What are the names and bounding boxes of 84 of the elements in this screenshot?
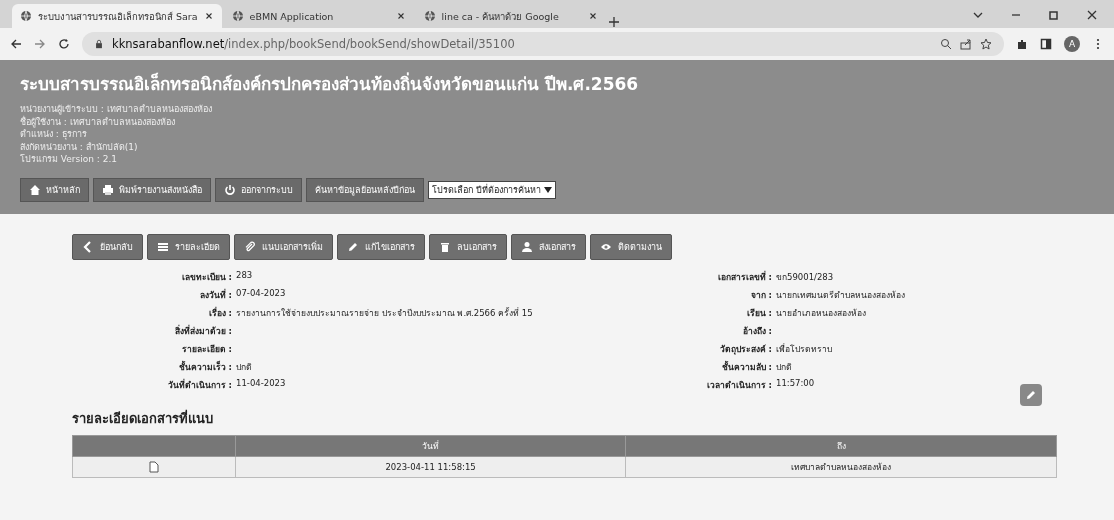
section-heading: รายละเอียดเอกสารที่แนบ xyxy=(72,408,214,428)
close-icon xyxy=(587,11,598,21)
table-cell: 2023-04-11 11:58:15 xyxy=(235,456,626,477)
action-button[interactable]: แนบเอกสารเพิ่ม xyxy=(234,233,333,260)
list-icon xyxy=(157,240,169,253)
nav-button[interactable]: ออกจากระบบ xyxy=(215,177,302,202)
field-value: รายงานการใช้จ่ายงบประมาณรายจ่าย ประจำปีงบประมาณ พ.ศ.2566 ครั้งที่ 15 xyxy=(236,306,534,320)
user-info-line: ชื่อผู้ใช้งาน : เทศบาลตำบลหนองสองห้อง xyxy=(20,115,176,128)
pencil-icon xyxy=(347,240,359,253)
close-icon xyxy=(1086,9,1098,21)
zoom-icon xyxy=(940,38,952,50)
field-value: ขก59001/283 xyxy=(776,270,835,284)
field-label: ชั้นความเร็ว : xyxy=(177,359,232,374)
field-label: ชั้นความลับ : xyxy=(720,360,772,374)
pencil-icon xyxy=(1025,388,1037,401)
field-label: เลขทะเบียน : xyxy=(180,270,232,284)
field-value: นายกเทศมนตรีตำบลหนองสองห้อง xyxy=(776,288,906,302)
system-title: ระบบสารบรรณอิเล็กทรอนิกส์องค์กรปกครองส่วนท้องถิ่นจังหวัดขอนแก่น ปีพ.ศ.2566 xyxy=(20,71,640,96)
person-icon xyxy=(521,240,533,253)
lock-icon xyxy=(94,39,104,49)
new-tab-icon xyxy=(607,16,620,28)
globe-icon xyxy=(20,10,32,22)
nav-button[interactable]: ค้นหาข้อมูลย้อนหลังปีก่อน xyxy=(306,177,424,202)
year-select[interactable]: โปรดเลือก ปีที่ต้องการค้นหา xyxy=(428,180,556,199)
reload-icon xyxy=(58,38,70,50)
field-label: วันที่ดำเนินการ : xyxy=(166,378,232,392)
sidebar-icon xyxy=(1040,38,1052,50)
close-icon xyxy=(203,11,214,21)
action-button[interactable]: ติดตามงาน xyxy=(590,233,672,260)
nav-button[interactable]: พิมพ์รายงานส่งหนังสือ xyxy=(93,177,211,202)
field-value: 283 xyxy=(236,269,254,282)
field-value: ปกติ xyxy=(236,360,253,374)
user-info-line: สังกัดหน่วยงาน : สำนักปลัด(1) xyxy=(20,140,139,153)
user-info-line: หน่วยงานผู้เข้าระบบ : เทศบาลตำบลหนองสองห้อง xyxy=(20,103,213,115)
share-icon xyxy=(960,38,972,50)
back-icon xyxy=(10,38,22,50)
action-button[interactable]: แก้ไขเอกสาร xyxy=(337,233,425,260)
chevron-left-icon xyxy=(82,240,94,253)
field-value: 07-04-2023 xyxy=(236,287,287,300)
caret-icon xyxy=(543,186,552,193)
field-label: เรียน : xyxy=(745,306,772,320)
close-icon xyxy=(395,11,406,21)
user-info-line: ตำแหน่ง : ธุรการ xyxy=(20,128,88,141)
field-label: ลงวันที่ : xyxy=(198,288,232,302)
field-label: รายละเอียด : xyxy=(180,342,232,356)
user-info-line: โปรแกรม Version : 2.1 xyxy=(20,153,119,166)
field-label: เรื่อง : xyxy=(207,306,232,320)
profile-avatar[interactable]: A xyxy=(1064,36,1080,52)
field-value: นายอำเภอหนองสองห้อง xyxy=(776,306,867,320)
table-cell: เทศบาลตำบลหนองสองห้อง xyxy=(625,456,1057,477)
field-label: เอกสารเลขที่ : xyxy=(716,270,772,284)
field-value: เพื่อโปรดทราบ xyxy=(776,342,833,356)
trash-icon xyxy=(439,240,451,253)
column-header: ถึง xyxy=(625,435,1057,456)
field-value: 11:57:00 xyxy=(776,377,816,390)
column-header: วันที่ xyxy=(235,435,626,456)
field-label: จาก : xyxy=(749,288,772,302)
field-label: เวลาดำเนินการ : xyxy=(705,378,772,392)
restore-icon xyxy=(1048,9,1060,21)
field-value: ปกติ xyxy=(776,360,793,374)
star-icon xyxy=(980,38,992,50)
action-button[interactable]: ย้อนกลับ xyxy=(72,233,143,260)
action-button[interactable]: ลบเอกสาร xyxy=(429,233,507,260)
address-bar[interactable]: kknsarabanflow.net/index.php/bookSend/bookSend/showDetail/35100 xyxy=(82,32,1004,56)
browser-tab[interactable]: line ca - ค้นหาด้วย Google xyxy=(415,4,606,28)
puzzle-icon xyxy=(1016,38,1028,50)
edit-float-button[interactable] xyxy=(1020,383,1042,406)
power-icon xyxy=(224,183,236,196)
field-label: วัตถุประสงค์ : xyxy=(718,342,772,356)
globe-icon xyxy=(423,10,436,22)
browser-tab[interactable]: ระบบงานสารบรรณอิเล็กทรอนิกส์ Sara xyxy=(12,4,222,28)
field-label: อ้างถึง : xyxy=(741,324,772,338)
action-button[interactable]: รายละเอียด xyxy=(147,233,230,260)
nav-button[interactable]: หน้าหลัก xyxy=(20,177,89,202)
printer-icon xyxy=(102,183,114,196)
forward-icon xyxy=(34,38,46,50)
field-value: 11-04-2023 xyxy=(236,377,287,390)
home-icon xyxy=(29,183,41,196)
action-button[interactable]: ส่งเอกสาร xyxy=(511,233,586,260)
globe-icon xyxy=(231,10,244,22)
field-label: สิ่งที่ส่งมาด้วย : xyxy=(173,324,232,338)
browser-tab[interactable]: eBMN Application xyxy=(223,4,414,28)
paperclip-icon xyxy=(244,240,256,253)
file-icon[interactable] xyxy=(149,460,159,473)
